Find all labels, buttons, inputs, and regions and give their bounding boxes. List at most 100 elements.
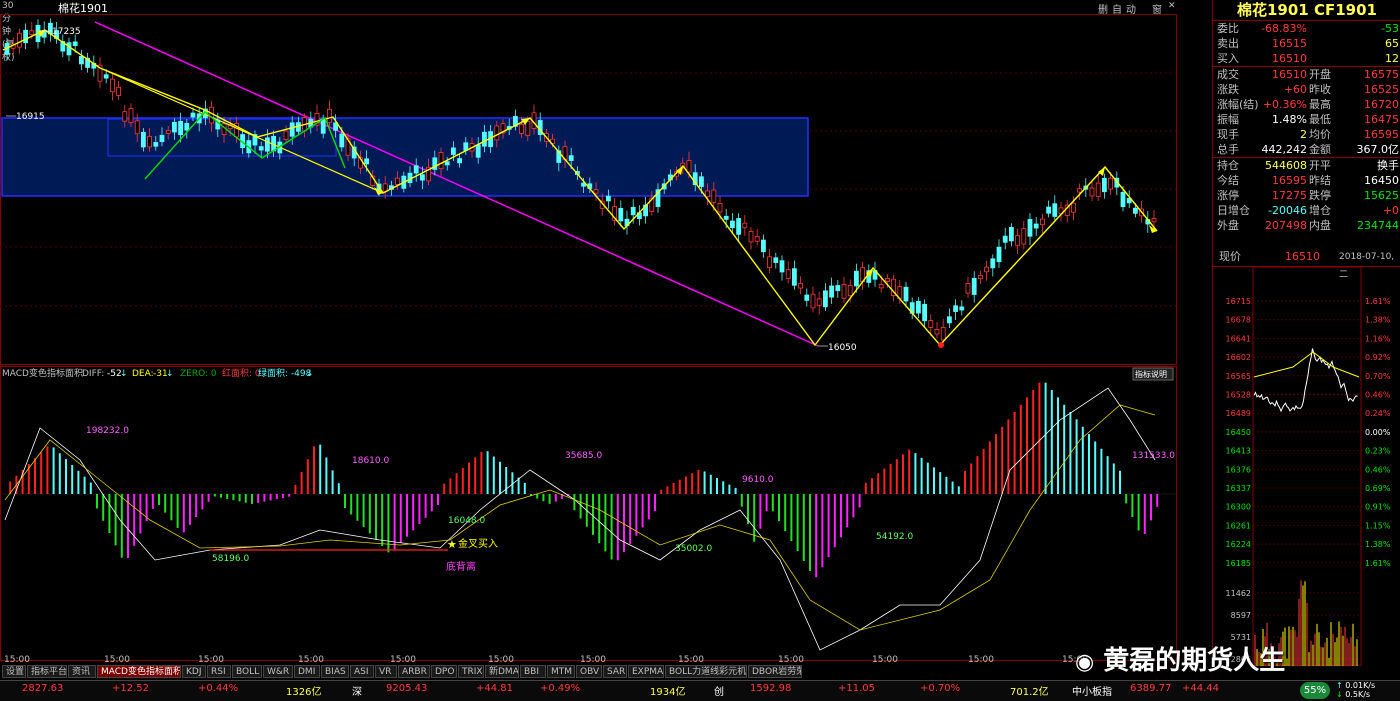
tab-18[interactable]: OBV — [576, 665, 602, 678]
svg-text:1.61%: 1.61% — [1365, 297, 1391, 306]
svg-text:16185: 16185 — [1226, 559, 1251, 568]
svg-text:MACD变色指标面积: MACD变色指标面积 — [2, 367, 83, 379]
tab-15[interactable]: 新DMA — [485, 665, 519, 678]
svg-text:0.69%: 0.69% — [1365, 484, 1391, 493]
tab-16[interactable]: BBI — [520, 665, 546, 678]
candle — [965, 276, 971, 299]
help-button-label[interactable]: 指标说明 — [1135, 369, 1167, 379]
candle — [872, 261, 878, 287]
candle — [804, 288, 810, 307]
svg-text:15:00: 15:00 — [4, 655, 30, 665]
candle — [891, 274, 896, 302]
tab-6[interactable]: BOLL — [232, 665, 262, 678]
quote-label: 涨停 — [1217, 189, 1239, 202]
svg-text:0.23%: 0.23% — [1365, 447, 1391, 456]
quote-label: 持仓 — [1217, 159, 1239, 172]
tab-1[interactable]: 指标平台 — [27, 665, 67, 678]
candle — [823, 283, 828, 311]
quote-row: 振幅 1.48% 最低 16475 — [1213, 112, 1400, 127]
svg-text:↓: ↓ — [166, 369, 174, 379]
tab-2[interactable]: 资讯 — [68, 665, 96, 678]
svg-text:1.16%: 1.16% — [1365, 334, 1391, 343]
status-item: 1592.98 — [750, 683, 792, 694]
main-chart[interactable]: 17235 16915 16050 17301 17082 16864 1664… — [0, 0, 1180, 665]
tab-8[interactable]: DMI — [294, 665, 320, 678]
quote-label-2: 昨结 — [1309, 174, 1331, 187]
candle — [116, 81, 121, 100]
golden-cross-label: 金叉买入 — [458, 537, 498, 550]
quote-row: 涨幅(结) +0.36% 最高 16720 — [1213, 97, 1400, 112]
svg-text:绿面积: -498: 绿面积: -498 — [258, 367, 312, 379]
quote-value: +0.36% — [1262, 98, 1307, 111]
svg-text:0.92%: 0.92% — [1365, 353, 1391, 362]
tab-5[interactable]: RSI — [207, 665, 231, 678]
cpu-percent-badge[interactable]: 55% — [1300, 682, 1330, 699]
candle — [1077, 183, 1082, 200]
candle — [97, 57, 103, 89]
status-item: +0.49% — [540, 683, 581, 694]
status-item: +12.52 — [112, 683, 150, 694]
quote-label: 涨幅(结) — [1217, 98, 1259, 111]
svg-text:0.91%: 0.91% — [1365, 503, 1391, 512]
tab-13[interactable]: DPO — [431, 665, 457, 678]
candle — [990, 254, 996, 277]
candle — [959, 300, 965, 316]
quote-value-2: 65 — [1385, 37, 1399, 50]
tab-14[interactable]: TRIX — [458, 665, 484, 678]
tab-0[interactable]: 设置 — [2, 665, 26, 678]
candle — [996, 239, 1002, 269]
tab-11[interactable]: VR — [375, 665, 397, 678]
svg-text:↓: ↓ — [120, 369, 128, 379]
quote-value-2: -53 — [1381, 22, 1399, 35]
tab-9[interactable]: BIAS — [321, 665, 349, 678]
quote-value: 17275 — [1272, 189, 1307, 202]
tab-7[interactable]: W&R — [263, 665, 293, 678]
quote-row: 涨停 17275 跌停 15625 — [1213, 188, 1400, 203]
svg-text:ZERO: 0: ZERO: 0 — [180, 369, 217, 379]
svg-text:16602: 16602 — [1226, 353, 1251, 362]
quote-row: 总手 442,242 金额 367.0亿 — [1213, 142, 1400, 157]
tab-17[interactable]: MTM — [547, 665, 575, 678]
status-item: 1326亿 — [286, 687, 322, 698]
svg-text:16300: 16300 — [1226, 503, 1251, 512]
svg-text:1.38%: 1.38% — [1365, 540, 1391, 549]
candle — [978, 270, 983, 284]
svg-text:15:00: 15:00 — [198, 655, 224, 665]
svg-text:0.00%: 0.00% — [1365, 428, 1391, 437]
svg-text:35685.0: 35685.0 — [565, 451, 602, 461]
candle — [761, 234, 766, 258]
status-item: +0.70% — [920, 683, 961, 694]
tab-21[interactable]: BOLL力道线彩元机 — [665, 665, 747, 678]
candle — [1064, 199, 1070, 223]
quote-label: 总手 — [1217, 143, 1239, 156]
candle — [110, 73, 115, 101]
svg-text:16715: 16715 — [1226, 297, 1251, 306]
svg-text:16528: 16528 — [1226, 391, 1251, 400]
tab-20[interactable]: EXPMA — [628, 665, 664, 678]
tab-3[interactable]: MACD变色指标面积 — [97, 665, 181, 678]
candle — [984, 260, 989, 281]
quote-value-2: 16575 — [1364, 68, 1399, 81]
tick-label: 现价 — [1219, 250, 1241, 263]
quote-label: 振幅 — [1217, 113, 1239, 126]
svg-text:16489: 16489 — [1226, 409, 1251, 418]
quote-label-2: 金额 — [1309, 143, 1331, 156]
svg-text:16337: 16337 — [1226, 484, 1251, 493]
tab-19[interactable]: SAR — [603, 665, 627, 678]
tab-4[interactable]: KDJ — [182, 665, 206, 678]
intraday-chart[interactable]: 16715 16678 16641 16602 16565 16528 16489 16450… — [1213, 266, 1400, 667]
candle — [792, 260, 797, 290]
svg-text:15:00: 15:00 — [390, 655, 416, 665]
status-item: +44.81 — [476, 683, 514, 694]
candle — [816, 291, 822, 315]
svg-text:↓: ↓ — [306, 369, 314, 379]
tab-10[interactable]: ASI — [350, 665, 374, 678]
candle — [1027, 213, 1033, 245]
tab-12[interactable]: ARBR — [398, 665, 430, 678]
quote-label-2: 最高 — [1309, 98, 1331, 111]
macd-header: MACD变色指标面积 DIFF: -52 ↓ DEA: -31 ↓ ZERO: … — [2, 367, 314, 379]
tab-22[interactable]: DBOR岩劳荣 — [748, 665, 802, 678]
candle — [754, 229, 760, 246]
divergence-label: 底背离 — [446, 560, 476, 573]
svg-text:16565: 16565 — [1226, 372, 1251, 381]
